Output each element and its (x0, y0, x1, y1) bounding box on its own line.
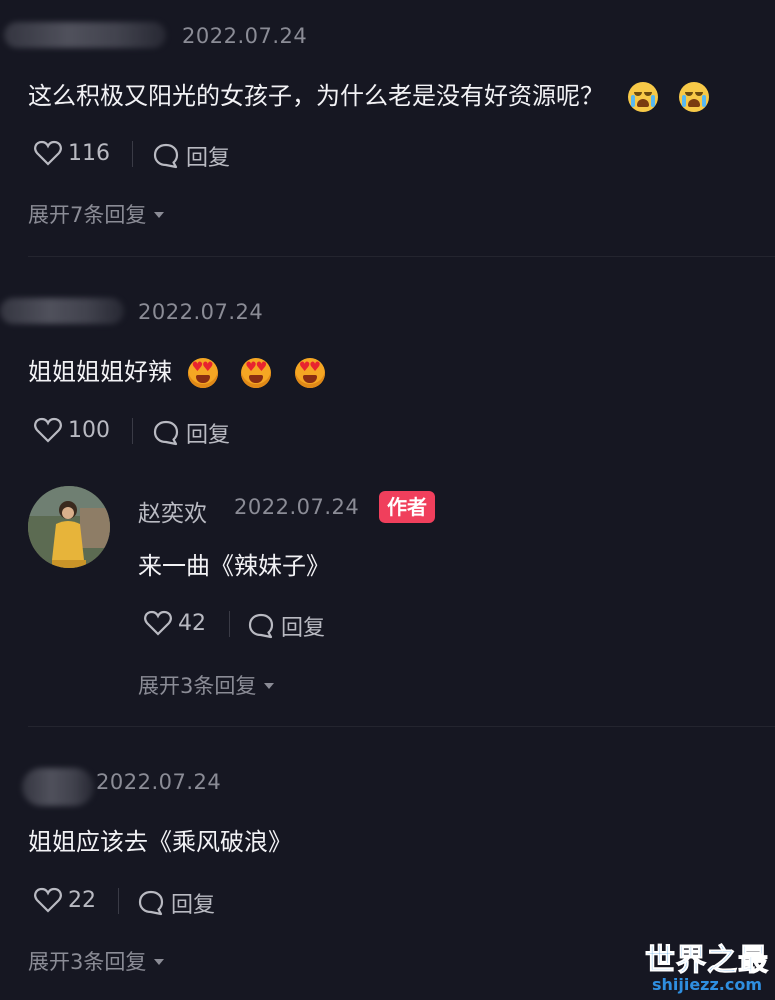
reply-button[interactable]: 回复 (152, 417, 230, 449)
site-watermark: 世界之最 shijiezz.com (645, 935, 769, 995)
expand-replies-button[interactable]: 展开3条回复 (138, 670, 275, 700)
comment-text: 姐姐应该去《乘风破浪》 (28, 828, 292, 856)
like-count: 22 (68, 887, 96, 913)
comment-bubble-icon (248, 613, 274, 639)
comment-text-content: 这么积极又阳光的女孩子，为什么老是没有好资源呢？ (28, 82, 604, 110)
expand-replies-button[interactable]: 展开7条回复 (28, 199, 165, 229)
watermark-site: shijiezz.com (651, 975, 763, 994)
avatar-image (28, 486, 110, 568)
heart-icon (144, 610, 172, 636)
author-name[interactable]: 赵奕欢 (138, 494, 207, 528)
comment-date: 2022.07.24 (96, 770, 222, 794)
reply-label: 回复 (281, 616, 326, 641)
blurred-username[interactable] (22, 768, 94, 806)
crying-emoji-icon (679, 82, 710, 112)
action-separator (229, 611, 230, 637)
comment-bubble-icon (138, 890, 164, 916)
heart-icon (34, 887, 62, 913)
heart-eyes-emoji-icon (294, 358, 325, 388)
chevron-down-icon (154, 212, 165, 218)
expand-replies-label: 展开3条回复 (28, 950, 147, 974)
blurred-username[interactable] (4, 22, 166, 48)
action-separator (132, 418, 133, 444)
chevron-down-icon (154, 959, 165, 965)
comment-text: 姐姐姐姐好辣 (28, 352, 325, 388)
heart-eyes-emoji-icon (241, 358, 272, 388)
comment-date: 2022.07.24 (182, 24, 308, 48)
chevron-down-icon (264, 683, 275, 689)
heart-eyes-emoji-icon (187, 358, 218, 388)
comment-bubble-icon (153, 143, 179, 169)
expand-replies-button[interactable]: 展开3条回复 (28, 946, 165, 976)
expand-replies-label: 展开7条回复 (28, 203, 147, 227)
like-count: 100 (68, 417, 110, 443)
heart-icon (34, 140, 62, 166)
heart-icon (34, 417, 62, 443)
comment-divider (28, 256, 775, 257)
like-button[interactable]: 22 (34, 887, 96, 913)
watermark-title: 世界之最 (645, 943, 769, 979)
comment-text: 这么积极又阳光的女孩子，为什么老是没有好资源呢？ (28, 76, 710, 112)
like-count: 116 (68, 140, 110, 166)
author-avatar[interactable] (28, 486, 110, 568)
expand-replies-label: 展开3条回复 (138, 674, 257, 698)
like-button[interactable]: 116 (34, 140, 110, 166)
comment-text-content: 姐姐姐姐好辣 (28, 358, 172, 386)
like-button[interactable]: 42 (144, 610, 206, 636)
reply-button[interactable]: 回复 (137, 887, 215, 919)
reply-button[interactable]: 回复 (152, 140, 230, 172)
comment-divider (28, 726, 775, 727)
blurred-username[interactable] (0, 298, 124, 324)
comment-date: 2022.07.24 (138, 300, 264, 324)
action-separator (132, 141, 133, 167)
reply-label: 回复 (186, 423, 231, 448)
author-badge: 作者 (379, 491, 435, 523)
like-button[interactable]: 100 (34, 417, 110, 443)
reply-date: 2022.07.24 (234, 495, 360, 519)
reply-label: 回复 (171, 893, 216, 918)
reply-label: 回复 (186, 146, 231, 171)
comment-bubble-icon (153, 420, 179, 446)
reply-button[interactable]: 回复 (247, 610, 325, 642)
like-count: 42 (178, 610, 206, 636)
action-separator (118, 888, 119, 914)
crying-emoji-icon (627, 82, 658, 112)
reply-text: 来一曲《辣妹子》 (138, 552, 330, 580)
